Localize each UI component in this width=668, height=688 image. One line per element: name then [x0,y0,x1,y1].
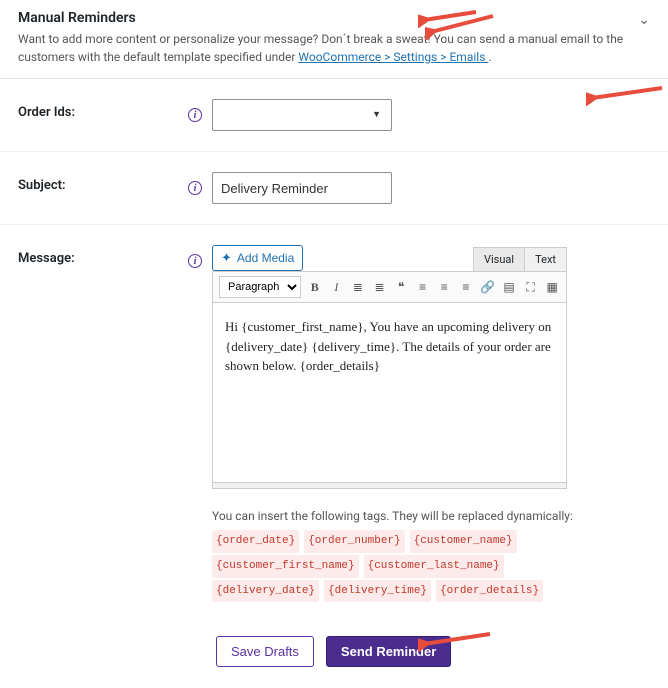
label-subject: Subject: [18,172,188,193]
send-reminder-button[interactable]: Send Reminder [326,636,451,667]
help-icon[interactable]: i [188,254,202,268]
tab-text[interactable]: Text [524,248,566,271]
blockquote-icon[interactable]: ❝ [393,278,409,296]
link-icon[interactable]: 🔗 [480,278,496,296]
italic-icon[interactable]: I [329,278,345,296]
template-tag: {customer_first_name} [212,555,359,578]
template-tag: {order_number} [304,530,404,553]
subject-input[interactable] [212,172,392,204]
template-tag: {order_date} [212,530,299,553]
bullet-list-icon[interactable]: ≣ [350,278,366,296]
editor-scrollbar[interactable] [212,483,567,489]
panel-description: Want to add more content or personalize … [18,30,650,66]
tab-visual[interactable]: Visual [474,248,524,271]
help-icon[interactable]: i [188,181,202,195]
settings-emails-link[interactable]: WooCommerce > Settings > Emails [298,50,488,64]
numbered-list-icon[interactable]: ≣ [372,278,388,296]
editor-toolbar: Paragraph B I ≣ ≣ ❝ ≡ ≡ ≡ 🔗 ▤ ⛶ ▦ [212,271,567,303]
actions-row: Save Drafts Send Reminder [0,622,668,688]
template-tag: {customer_last_name} [364,555,504,578]
chevron-down-icon[interactable]: ⌄ [638,12,650,28]
label-message: Message: [18,245,188,266]
add-media-label: Add Media [237,251,294,265]
label-order-ids: Order Ids: [18,99,188,120]
template-tag: {delivery_date} [212,580,319,603]
align-right-icon[interactable]: ≡ [458,278,474,296]
message-editor[interactable]: Hi {customer_first_name}, You have an up… [212,303,567,483]
row-message: Message: i ✦ Add Media Visual Text Pa [0,225,668,622]
template-tag: {delivery_time} [324,580,431,603]
row-order-ids: Order Ids: i [0,79,668,152]
template-tag: {order_details} [436,580,543,603]
editor-tabs: Visual Text [473,247,567,271]
bold-icon[interactable]: B [307,278,323,296]
order-ids-select[interactable] [212,99,392,131]
fullscreen-icon[interactable]: ⛶ [523,278,539,296]
row-subject: Subject: i [0,152,668,225]
media-icon: ✦ [221,250,232,266]
format-select[interactable]: Paragraph [219,276,301,298]
panel-header: Manual Reminders ⌄ Want to add more cont… [0,0,668,79]
tags-help-text: You can insert the following tags. They … [212,505,612,602]
template-tag: {customer_name} [410,530,517,553]
toolbar-toggle-icon[interactable]: ▦ [544,278,560,296]
save-drafts-button[interactable]: Save Drafts [216,636,314,667]
align-left-icon[interactable]: ≡ [415,278,431,296]
add-media-button[interactable]: ✦ Add Media [212,245,303,271]
align-center-icon[interactable]: ≡ [436,278,452,296]
panel-title: Manual Reminders [18,10,650,26]
read-more-icon[interactable]: ▤ [501,278,517,296]
tags-note-intro: You can insert the following tags. They … [212,509,573,523]
help-icon[interactable]: i [188,108,202,122]
